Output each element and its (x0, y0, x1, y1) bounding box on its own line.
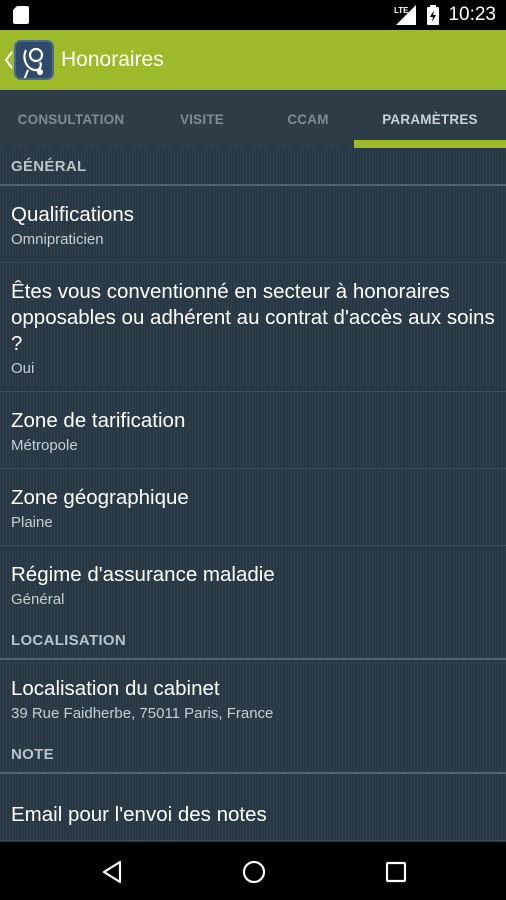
stethoscope-app-icon[interactable] (14, 40, 54, 80)
section-header-note: NOTE (0, 736, 506, 774)
sd-card-icon (13, 6, 29, 24)
tab-bar: CONSULTATION VISITE CCAM PARAMÈTRES (0, 90, 506, 148)
pref-summary: 39 Rue Faidherbe, 75011 Paris, France (11, 705, 274, 722)
system-nav-bar (0, 842, 506, 900)
section-header-localisation: LOCALISATION (0, 622, 506, 660)
nav-back-icon[interactable] (99, 859, 125, 885)
pref-title: Email pour l'envoi des notes (11, 803, 267, 826)
settings-list[interactable]: GÉNÉRAL Qualifications Omnipraticien Ête… (0, 148, 506, 842)
pref-conventionne[interactable]: Êtes vous conventionné en secteur à hono… (0, 263, 506, 392)
pref-email-notes[interactable]: Email pour l'envoi des notes (0, 774, 506, 841)
pref-summary: Général (11, 591, 65, 608)
pref-summary: Omnipraticien (11, 231, 104, 248)
pref-localisation-cabinet[interactable]: Localisation du cabinet 39 Rue Faidherbe… (0, 660, 506, 736)
tab-visite[interactable]: VISITE (142, 90, 262, 148)
app-bar: Honoraires (0, 30, 506, 90)
pref-title: Qualifications (11, 203, 135, 226)
nav-recents-icon[interactable] (383, 859, 409, 885)
pref-title: Localisation du cabinet (11, 677, 220, 700)
pref-title: Zone de tarification (11, 409, 186, 432)
status-bar: LTE 10:23 (0, 0, 506, 30)
status-time: 10:23 (448, 4, 496, 25)
nav-home-icon[interactable] (241, 859, 267, 885)
lte-signal-icon: LTE (394, 5, 417, 25)
network-label: LTE (394, 6, 409, 15)
tab-parametres[interactable]: PARAMÈTRES (354, 90, 506, 148)
pref-title: Zone géographique (11, 486, 189, 509)
app-title: Honoraires (61, 48, 164, 71)
pref-title: Êtes vous conventionné en secteur à hono… (11, 280, 495, 355)
pref-title: Régime d'assurance maladie (11, 563, 275, 586)
back-chevron-icon[interactable] (4, 50, 14, 70)
pref-summary: Métropole (11, 437, 78, 454)
pref-summary: Oui (11, 360, 35, 377)
tab-ccam[interactable]: CCAM (262, 90, 354, 148)
section-header-general: GÉNÉRAL (0, 148, 506, 186)
pref-qualifications[interactable]: Qualifications Omnipraticien (0, 186, 506, 263)
pref-regime-assurance[interactable]: Régime d'assurance maladie Général (0, 546, 506, 622)
pref-summary: Plaine (11, 514, 53, 531)
tab-consultation[interactable]: CONSULTATION (0, 90, 142, 148)
pref-zone-geographique[interactable]: Zone géographique Plaine (0, 469, 506, 546)
pref-zone-tarification[interactable]: Zone de tarification Métropole (0, 392, 506, 469)
battery-charging-icon (427, 5, 440, 25)
